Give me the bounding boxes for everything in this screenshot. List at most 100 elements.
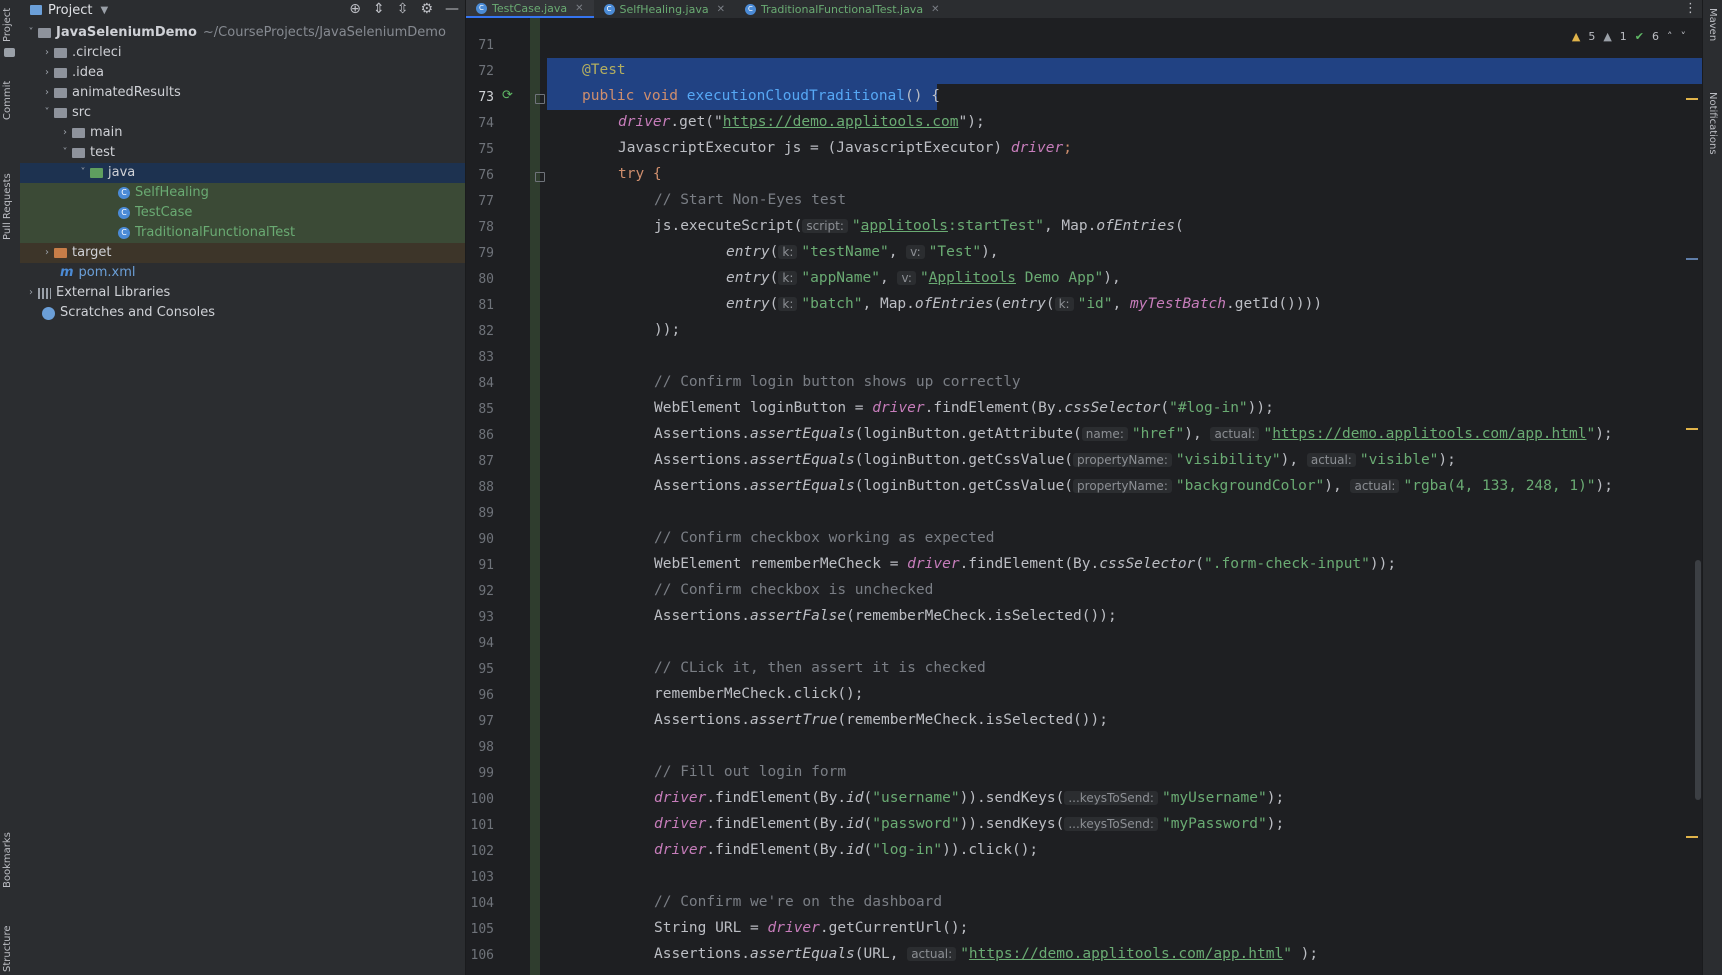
editor-scrollbar[interactable] xyxy=(1695,560,1701,800)
tree-root[interactable]: ˅ JavaSeleniumDemo ~/CourseProjects/Java… xyxy=(20,23,465,43)
warning-count: 5 xyxy=(1588,30,1596,43)
close-icon[interactable]: ✕ xyxy=(575,3,583,14)
line-number: 100 xyxy=(470,792,494,807)
code-line-99: // Fill out login form xyxy=(654,764,847,780)
tab-selfhealing[interactable]: C SelfHealing.java ✕ xyxy=(594,0,735,18)
commit-tool-tab[interactable]: Commit xyxy=(2,81,13,120)
chevron-right-icon[interactable]: › xyxy=(40,43,54,63)
java-class-icon: C xyxy=(118,227,130,239)
code-line-92: // Confirm checkbox is unchecked xyxy=(654,582,934,598)
fold-marker-icon[interactable] xyxy=(535,94,545,104)
chevron-down-icon[interactable]: ▼ xyxy=(100,5,108,16)
code-line-105: String URL = driver.getCurrentUrl(); xyxy=(654,920,969,936)
minimize-icon[interactable]: — xyxy=(445,1,459,17)
folder-icon xyxy=(54,108,67,118)
chevron-right-icon[interactable]: › xyxy=(40,83,54,103)
line-number: 98 xyxy=(478,740,494,755)
structure-tool-tab[interactable]: Structure xyxy=(2,925,13,972)
tree-item-pom[interactable]: m pom.xml xyxy=(20,263,465,283)
line-number: 96 xyxy=(478,688,494,703)
tree-item-label: External Libraries xyxy=(56,285,171,300)
editor-tab-bar: C TestCase.java ✕ C SelfHealing.java ✕ C… xyxy=(466,0,1703,19)
change-marker[interactable] xyxy=(1686,258,1698,260)
line-number: 91 xyxy=(478,558,494,573)
chevron-down-icon[interactable]: ˅ xyxy=(76,163,90,183)
chevron-down-icon[interactable]: ˅ xyxy=(40,103,54,123)
notifications-tool-tab[interactable]: Notifications xyxy=(1707,92,1718,155)
line-number: 95 xyxy=(478,662,494,677)
tree-item-external-libraries[interactable]: › External Libraries xyxy=(20,283,465,303)
warning-icon: ▲ xyxy=(1571,30,1581,43)
warning-marker[interactable] xyxy=(1686,98,1698,100)
java-class-icon: C xyxy=(118,207,130,219)
inspection-widget[interactable]: ▲ 5 ▲ 1 ✔ 6 ˄ ˅ xyxy=(1572,30,1686,43)
close-icon[interactable]: ✕ xyxy=(717,4,725,15)
java-class-icon: C xyxy=(118,187,130,199)
tab-label: TestCase.java xyxy=(492,1,568,15)
locate-icon[interactable]: ⊕ xyxy=(349,1,361,17)
line-number: 84 xyxy=(478,376,494,391)
tab-testcase[interactable]: C TestCase.java ✕ xyxy=(466,0,594,18)
chevron-down-icon[interactable]: ˅ xyxy=(58,143,72,163)
project-panel-title[interactable]: Project xyxy=(48,3,92,18)
tree-item-main[interactable]: › main xyxy=(20,123,465,143)
close-icon[interactable]: ✕ xyxy=(931,4,939,15)
tree-item-label: main xyxy=(90,125,123,140)
tab-traditional-functional-test[interactable]: C TraditionalFunctionalTest.java ✕ xyxy=(735,0,949,18)
weak-warning-count: 1 xyxy=(1619,30,1627,43)
chevron-down-icon[interactable]: ˅ xyxy=(1681,30,1687,43)
maven-icon: m xyxy=(60,265,74,280)
tree-root-path: ~/CourseProjects/JavaSeleniumDemo xyxy=(202,25,446,40)
tree-item-label: TraditionalFunctionalTest xyxy=(135,225,296,240)
weak-warning-icon: ▲ xyxy=(1603,30,1612,43)
tree-item-java[interactable]: ˅ java xyxy=(20,163,465,183)
tree-item-test-case[interactable]: C TestCase xyxy=(20,203,465,223)
line-number: 105 xyxy=(470,922,494,937)
chevron-down-icon[interactable]: ˅ xyxy=(24,23,38,43)
code-line-93: Assertions.assertFalse(rememberMeCheck.i… xyxy=(654,608,1117,624)
line-number: 99 xyxy=(478,766,494,781)
tree-item-traditional-functional-test[interactable]: C TraditionalFunctionalTest xyxy=(20,223,465,243)
collapse-all-icon[interactable]: ⇳ xyxy=(397,1,409,17)
fold-marker-icon[interactable] xyxy=(535,172,545,182)
line-number: 89 xyxy=(478,506,494,521)
chevron-up-icon[interactable]: ˄ xyxy=(1667,30,1673,43)
tab-label: TraditionalFunctionalTest.java xyxy=(761,2,924,16)
chevron-right-icon[interactable]: › xyxy=(24,283,38,303)
tree-item-circleci[interactable]: › .circleci xyxy=(20,43,465,63)
tree-item-label: .circleci xyxy=(72,45,122,60)
folder-icon[interactable] xyxy=(4,48,15,57)
library-icon xyxy=(38,287,51,299)
code-line-78: js.executeScript(script: "applitools:star… xyxy=(654,218,1184,234)
tree-item-label: SelfHealing xyxy=(135,185,209,200)
expand-all-icon[interactable]: ⇕ xyxy=(373,1,385,17)
tree-item-self-healing[interactable]: C SelfHealing xyxy=(20,183,465,203)
bookmarks-tool-tab[interactable]: Bookmarks xyxy=(2,832,13,888)
chevron-right-icon[interactable]: › xyxy=(58,123,72,143)
warning-marker[interactable] xyxy=(1686,836,1698,838)
code-line-87: Assertions.assertEquals(loginButton.getC… xyxy=(654,452,1456,468)
line-number: 75 xyxy=(478,142,494,157)
tree-item-idea[interactable]: › .idea xyxy=(20,63,465,83)
run-test-icon[interactable]: ⟳ xyxy=(502,88,516,103)
line-number: 93 xyxy=(478,610,494,625)
tree-item-scratches[interactable]: Scratches and Consoles xyxy=(20,303,465,323)
chevron-right-icon[interactable]: › xyxy=(40,63,54,83)
tree-item-src[interactable]: ˅ src xyxy=(20,103,465,123)
warning-marker[interactable] xyxy=(1686,428,1698,430)
tree-item-target[interactable]: › target xyxy=(20,243,465,263)
tree-item-animated-results[interactable]: › animatedResults xyxy=(20,83,465,103)
pull-requests-tool-tab[interactable]: Pull Requests xyxy=(2,173,13,240)
project-tool-tab[interactable]: Project xyxy=(2,8,13,42)
line-number: 71 xyxy=(478,38,494,53)
maven-tool-tab[interactable]: Maven xyxy=(1707,8,1718,41)
java-class-icon: C xyxy=(745,3,756,15)
code-line-75: JavascriptExecutor js = (JavascriptExecu… xyxy=(618,140,1072,156)
chevron-right-icon[interactable]: › xyxy=(40,243,54,263)
more-icon[interactable]: ⋮ xyxy=(1684,1,1697,16)
line-number: 88 xyxy=(478,480,494,495)
tree-item-label: .idea xyxy=(72,65,104,80)
line-number: 90 xyxy=(478,532,494,547)
gear-icon[interactable]: ⚙ xyxy=(420,1,433,17)
tree-item-test[interactable]: ˅ test xyxy=(20,143,465,163)
